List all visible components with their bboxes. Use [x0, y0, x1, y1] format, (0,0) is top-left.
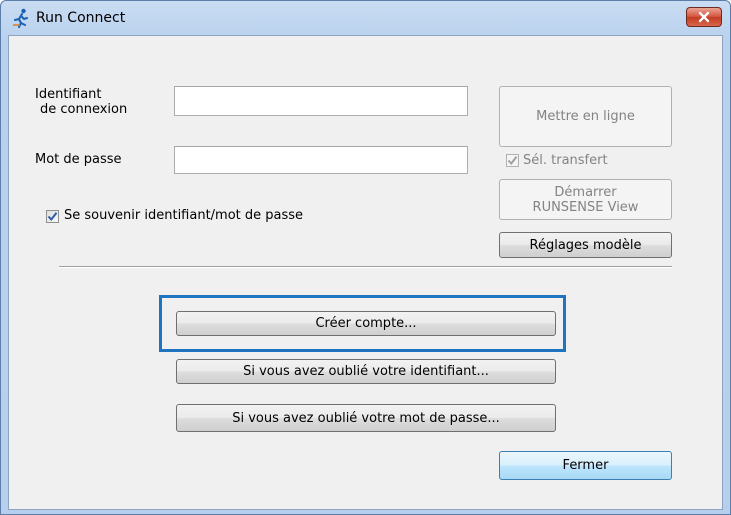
run-connect-window: Run Connect Identifiant de connexion Mot…: [0, 0, 731, 515]
forgot-id-button[interactable]: Si vous avez oublié votre identifiant...: [176, 359, 556, 384]
remember-label[interactable]: Se souvenir identifiant/mot de passe: [64, 208, 303, 223]
login-id-input[interactable]: [174, 86, 468, 116]
select-transfer-checkbox[interactable]: [506, 154, 519, 167]
checkmark-icon: [47, 212, 58, 222]
window-title: Run Connect: [36, 10, 126, 26]
create-account-label: Créer compte...: [315, 316, 417, 331]
create-account-button[interactable]: Créer compte...: [176, 311, 556, 336]
dialog-client-area: Identifiant de connexion Mot de passe Se…: [8, 35, 723, 510]
upload-button-label: Mettre en ligne: [536, 109, 635, 124]
login-id-label-line2: de connexion: [40, 102, 128, 117]
model-settings-button[interactable]: Réglages modèle: [499, 232, 672, 258]
password-input[interactable]: [174, 146, 468, 174]
start-runsense-view-button[interactable]: Démarrer RUNSENSE View: [499, 179, 672, 220]
forgot-password-label: Si vous avez oublié votre mot de passe..…: [232, 410, 500, 426]
runner-icon: [13, 8, 28, 28]
login-id-label-line1: Identifiant: [35, 87, 102, 102]
start-view-label-line2: RUNSENSE View: [532, 199, 639, 215]
login-id-label: Identifiant: [35, 87, 102, 102]
separator-line: [59, 266, 672, 268]
model-settings-label: Réglages modèle: [529, 237, 642, 253]
forgot-id-label: Si vous avez oublié votre identifiant...: [243, 364, 489, 379]
window-close-button[interactable]: [686, 7, 722, 27]
close-icon: [698, 11, 710, 23]
title-bar: Run Connect: [1, 1, 730, 35]
password-label: Mot de passe: [35, 152, 122, 167]
start-view-label-line1: Démarrer: [554, 184, 617, 200]
remember-checkbox[interactable]: [46, 210, 59, 223]
close-dialog-button[interactable]: Fermer: [499, 451, 672, 480]
forgot-password-button[interactable]: Si vous avez oublié votre mot de passe..…: [176, 404, 556, 432]
select-transfer-label[interactable]: Sél. transfert: [523, 153, 608, 168]
close-dialog-label: Fermer: [562, 458, 609, 473]
checkmark-icon: [507, 156, 518, 166]
upload-button[interactable]: Mettre en ligne: [499, 86, 672, 147]
